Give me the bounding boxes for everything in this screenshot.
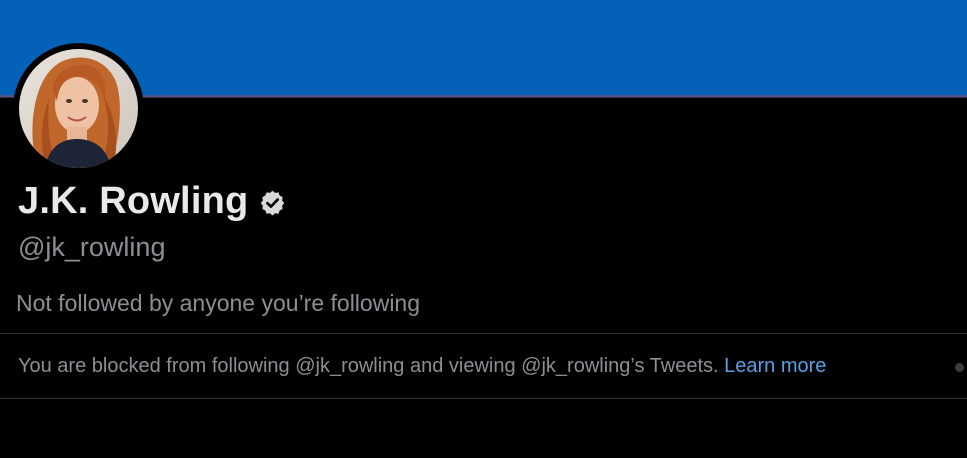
profile-handle: @jk_rowling — [18, 232, 166, 262]
followed-by-text: Not followed by anyone you’re following — [16, 290, 421, 316]
display-name: J.K. Rowling — [18, 179, 249, 222]
avatar-photo — [19, 49, 138, 168]
name-row: J.K. Rowling — [18, 178, 286, 224]
divider — [0, 333, 967, 334]
divider — [0, 398, 967, 399]
banner-edge — [0, 95, 967, 98]
blocked-message: You are blocked from following @jk_rowli… — [18, 355, 719, 377]
learn-more-link[interactable]: Learn more — [724, 355, 826, 377]
profile-banner[interactable] — [0, 0, 967, 97]
avatar[interactable] — [19, 49, 138, 168]
more-dot-icon — [955, 363, 964, 372]
verified-badge-icon[interactable] — [259, 189, 286, 216]
blocked-notice: You are blocked from following @jk_rowli… — [18, 355, 826, 378]
